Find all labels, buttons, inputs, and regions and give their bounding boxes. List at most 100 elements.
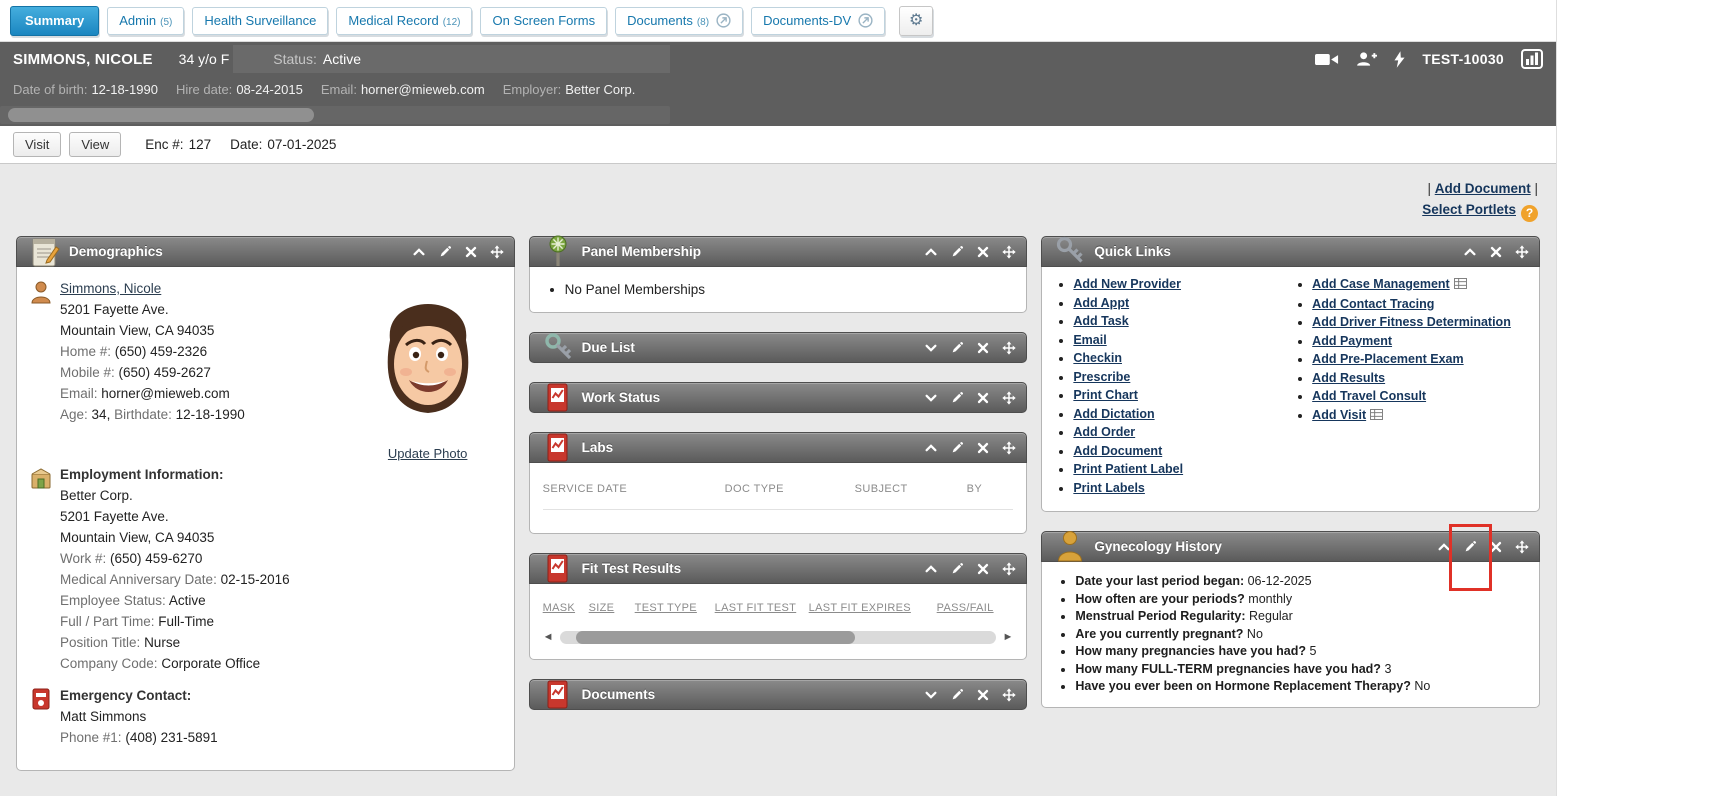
scroll-left-arrow[interactable]: ◄ (543, 632, 554, 643)
edit-icon[interactable] (438, 245, 452, 259)
tab-health-surveillance[interactable]: Health Surveillance (192, 7, 328, 35)
tab-medical-record[interactable]: Medical Record (12) (336, 7, 472, 35)
quick-link-email[interactable]: Email (1073, 333, 1106, 347)
list-item: Add Visit (1312, 407, 1533, 426)
expand-icon[interactable] (924, 341, 938, 355)
quick-link-prescribe[interactable]: Prescribe (1073, 370, 1130, 384)
mobile-phone-value: (650) 459-2627 (119, 365, 211, 380)
quick-link-add-dictation[interactable]: Add Dictation (1073, 407, 1154, 421)
fit-col-pass-fail[interactable]: PASS/FAIL (937, 598, 994, 619)
edit-icon[interactable] (950, 341, 964, 355)
expand-icon[interactable] (924, 391, 938, 405)
quick-link-add-task[interactable]: Add Task (1073, 314, 1128, 328)
portlet-header-due-list[interactable]: Due List (529, 332, 1028, 363)
visit-button[interactable]: Visit (13, 132, 61, 157)
close-icon[interactable] (1489, 245, 1503, 259)
header-scrollbar-track[interactable] (0, 106, 670, 124)
quick-link-add-travel-consult[interactable]: Add Travel Consult (1312, 389, 1426, 403)
portlet-header-work-status[interactable]: Work Status (529, 382, 1028, 413)
fit-col-mask[interactable]: MASK (543, 598, 589, 619)
move-icon[interactable] (1002, 341, 1016, 355)
portlet-header-panel-membership[interactable]: Panel Membership (529, 236, 1028, 267)
quick-link-add-appt[interactable]: Add Appt (1073, 296, 1129, 310)
quick-link-add-document[interactable]: Add Document (1073, 444, 1162, 458)
move-icon[interactable] (1002, 391, 1016, 405)
portlet-header-demographics[interactable]: Demographics (16, 236, 515, 267)
tab-documents-dv[interactable]: Documents-DV (751, 7, 885, 35)
add-user-icon[interactable] (1356, 51, 1377, 67)
edit-icon[interactable] (950, 441, 964, 455)
quick-link-add-new-provider[interactable]: Add New Provider (1073, 277, 1181, 291)
close-icon[interactable] (976, 441, 990, 455)
external-link-icon[interactable] (716, 13, 731, 28)
close-icon[interactable] (976, 341, 990, 355)
close-icon[interactable] (1489, 540, 1503, 554)
quick-link-add-order[interactable]: Add Order (1073, 425, 1135, 439)
collapse-icon[interactable] (924, 245, 938, 259)
move-icon[interactable] (1002, 688, 1016, 702)
collapse-icon[interactable] (412, 245, 426, 259)
expand-icon[interactable] (924, 688, 938, 702)
close-icon[interactable] (976, 245, 990, 259)
portlet-header-gynecology-history[interactable]: Gynecology History (1041, 531, 1540, 562)
portlet-header-fit-test-results[interactable]: Fit Test Results (529, 553, 1028, 584)
quick-link-checkin[interactable]: Checkin (1073, 351, 1122, 365)
chart-graph-icon[interactable] (1521, 49, 1543, 69)
close-icon[interactable] (464, 245, 478, 259)
portlet-header-labs[interactable]: Labs (529, 432, 1028, 463)
fit-col-last-fit-test[interactable]: LAST FIT TEST (715, 598, 809, 619)
patient-name-link[interactable]: Simmons, Nicole (60, 281, 161, 296)
tab-admin[interactable]: Admin (5) (107, 7, 184, 35)
quick-link-print-labels[interactable]: Print Labels (1073, 481, 1145, 495)
tab-documents[interactable]: Documents (8) (615, 7, 743, 35)
quick-link-add-visit[interactable]: Add Visit (1312, 408, 1366, 422)
quick-link-add-payment[interactable]: Add Payment (1312, 334, 1392, 348)
move-icon[interactable] (490, 245, 504, 259)
quick-link-add-driver-fitness[interactable]: Add Driver Fitness Determination (1312, 315, 1511, 329)
fit-col-size[interactable]: SIZE (589, 598, 635, 619)
close-icon[interactable] (976, 562, 990, 576)
collapse-icon[interactable] (924, 562, 938, 576)
header-scrollbar-thumb[interactable] (8, 108, 314, 122)
update-photo-link[interactable]: Update Photo (388, 443, 468, 464)
tab-on-screen-forms[interactable]: On Screen Forms (480, 7, 607, 35)
move-icon[interactable] (1002, 441, 1016, 455)
view-button[interactable]: View (69, 132, 121, 157)
quick-link-add-case-management[interactable]: Add Case Management (1312, 277, 1450, 291)
external-link-icon[interactable] (858, 13, 873, 28)
tab-summary[interactable]: Summary (10, 6, 99, 36)
fit-col-test-type[interactable]: TEST TYPE (635, 598, 715, 619)
quick-link-add-pre-placement-exam[interactable]: Add Pre-Placement Exam (1312, 352, 1463, 366)
close-icon[interactable] (976, 391, 990, 405)
portlet-header-documents[interactable]: Documents (529, 679, 1028, 710)
collapse-icon[interactable] (1437, 540, 1451, 554)
collapse-icon[interactable] (1463, 245, 1477, 259)
quick-link-print-chart[interactable]: Print Chart (1073, 388, 1138, 402)
help-icon[interactable]: ? (1521, 205, 1538, 222)
edit-icon[interactable] (950, 391, 964, 405)
lightning-icon[interactable] (1394, 51, 1405, 68)
move-icon[interactable] (1515, 245, 1529, 259)
select-portlets-link[interactable]: Select Portlets (1422, 202, 1516, 217)
edit-icon[interactable] (950, 245, 964, 259)
add-document-link[interactable]: Add Document (1435, 181, 1531, 196)
portlet-header-quick-links[interactable]: Quick Links (1041, 236, 1540, 267)
scrollbar-thumb[interactable] (576, 631, 856, 644)
move-icon[interactable] (1515, 540, 1529, 554)
close-icon[interactable] (976, 688, 990, 702)
date-label: Date: (230, 137, 262, 152)
settings-gear-button[interactable]: ⚙ (899, 6, 933, 36)
edit-icon[interactable] (1463, 540, 1477, 554)
quick-link-print-patient-label[interactable]: Print Patient Label (1073, 462, 1183, 476)
edit-icon[interactable] (950, 562, 964, 576)
quick-link-add-results[interactable]: Add Results (1312, 371, 1385, 385)
collapse-icon[interactable] (924, 441, 938, 455)
edit-icon[interactable] (950, 688, 964, 702)
move-icon[interactable] (1002, 245, 1016, 259)
scroll-right-arrow[interactable]: ► (1002, 632, 1013, 643)
quick-link-add-contact-tracing[interactable]: Add Contact Tracing (1312, 297, 1434, 311)
fit-col-last-fit-expires[interactable]: LAST FIT EXPIRES (809, 598, 937, 619)
scrollbar-track[interactable] (560, 631, 997, 644)
video-camera-icon[interactable] (1315, 52, 1339, 67)
move-icon[interactable] (1002, 562, 1016, 576)
